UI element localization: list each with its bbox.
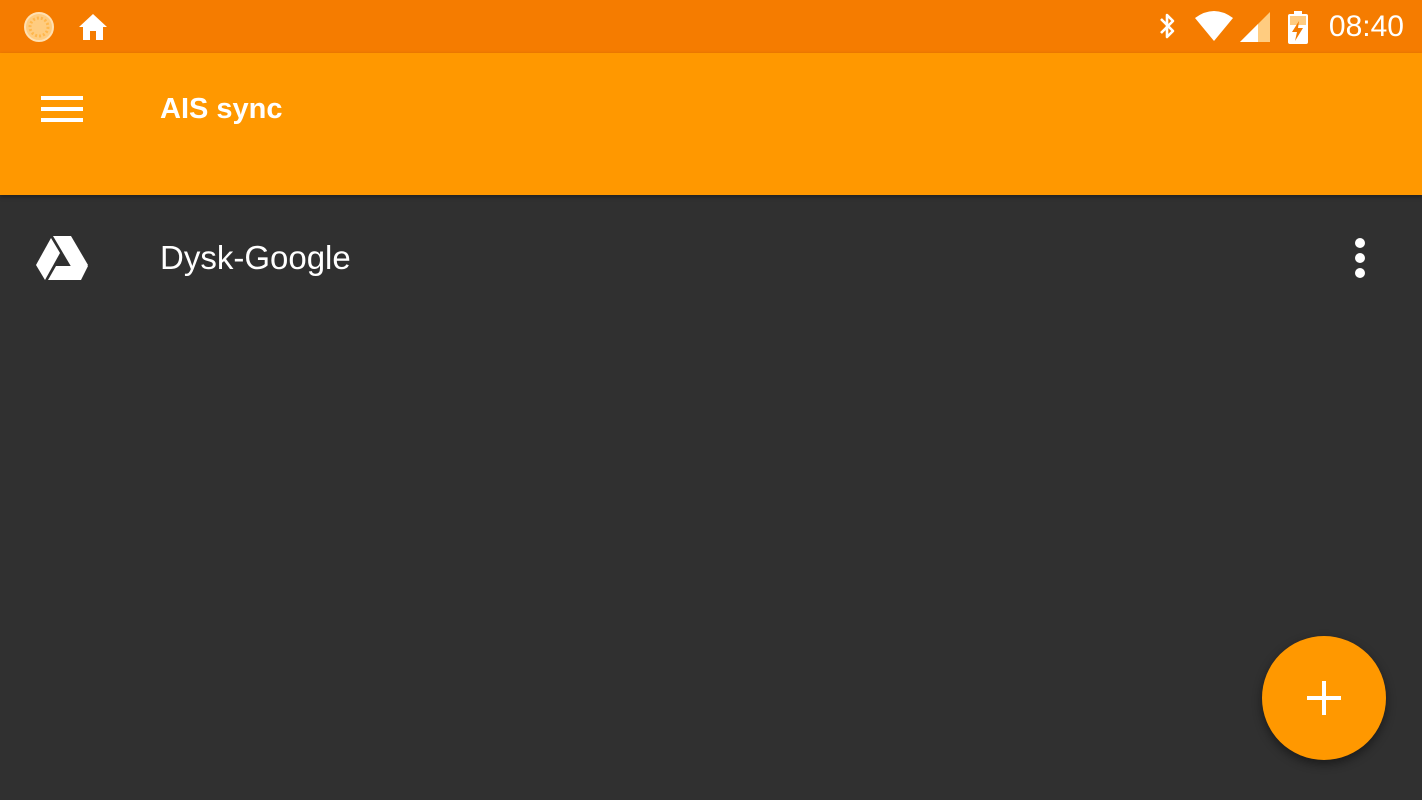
cell-signal-icon bbox=[1240, 12, 1270, 42]
add-button[interactable] bbox=[1262, 636, 1386, 760]
app-title: AIS sync bbox=[160, 93, 283, 125]
wifi-icon bbox=[1195, 11, 1233, 41]
battery-charging-icon bbox=[1288, 11, 1308, 44]
account-list: Dysk-Google bbox=[0, 196, 1422, 320]
list-item-label: Dysk-Google bbox=[160, 239, 351, 276]
home-icon bbox=[79, 14, 107, 40]
google-drive-icon bbox=[36, 236, 88, 280]
menu-button[interactable] bbox=[28, 81, 96, 137]
app-bar: AIS sync bbox=[0, 53, 1422, 195]
bluetooth-icon bbox=[1160, 13, 1175, 39]
status-bar: 08:40 bbox=[0, 0, 1422, 53]
add-icon bbox=[1307, 681, 1341, 715]
status-clock: 08:40 bbox=[1328, 10, 1404, 43]
hamburger-menu-icon bbox=[41, 96, 83, 122]
list-item[interactable]: Dysk-Google bbox=[0, 196, 1422, 320]
more-options-button[interactable] bbox=[1340, 234, 1380, 282]
more-vert-icon bbox=[1355, 238, 1365, 278]
screen: 08:40 AIS sync Dysk-Google bbox=[0, 0, 1422, 800]
notification-app-icon bbox=[24, 12, 54, 42]
